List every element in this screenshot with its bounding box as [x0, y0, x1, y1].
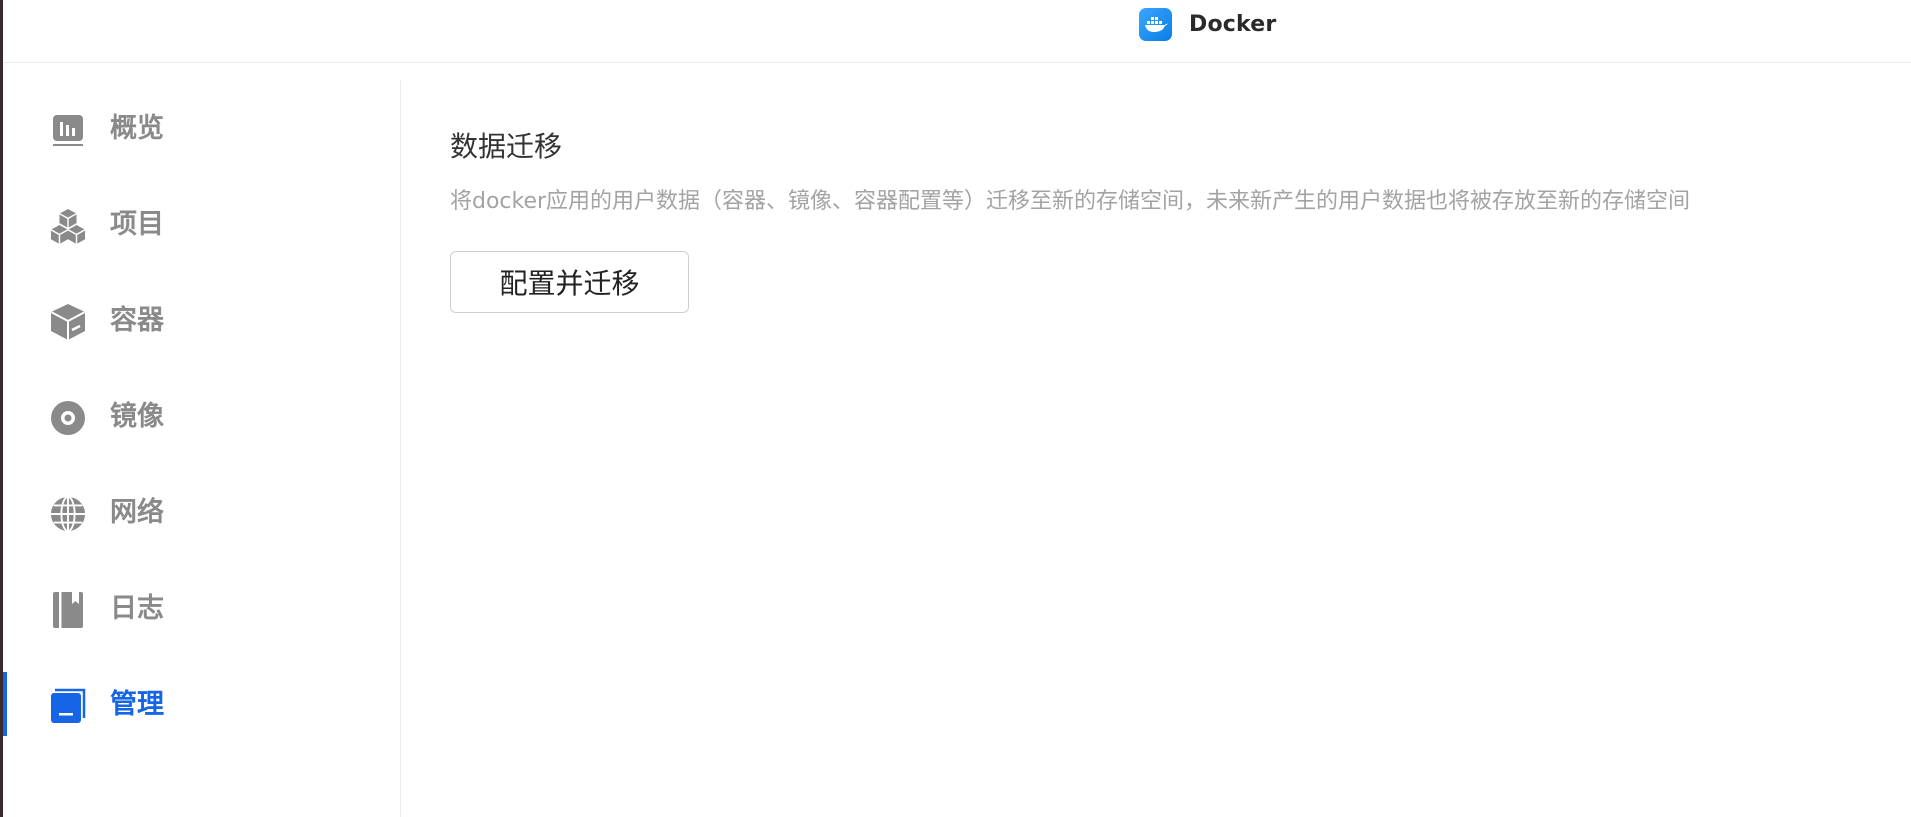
sidebar-item-label: 管理	[110, 689, 164, 720]
sidebar-item-project[interactable]: 项目	[3, 192, 400, 256]
sidebar-item-manage[interactable]: 管理	[3, 672, 400, 736]
sidebar-item-label: 项目	[110, 209, 164, 240]
configure-migrate-button[interactable]: 配置并迁移	[450, 251, 689, 313]
book-log-icon	[50, 592, 86, 628]
docker-whale-icon	[1139, 7, 1172, 41]
active-indicator	[3, 672, 7, 736]
section-title: 数据迁移	[450, 130, 563, 163]
cubes-project-icon	[50, 208, 86, 244]
sidebar-item-label: 容器	[110, 305, 164, 336]
sidebar-item-log[interactable]: 日志	[3, 576, 400, 640]
app-window: Docker 概览 项目 容器 镜像 网络 日志 管理 数据迁移 将docker…	[0, 0, 1911, 817]
container-box-icon	[50, 304, 86, 340]
sidebar-item-container[interactable]: 容器	[3, 288, 400, 352]
sidebar-item-overview[interactable]: 概览	[3, 96, 400, 160]
app-name: Docker	[1189, 11, 1277, 37]
sidebar-item-label: 镜像	[110, 401, 164, 432]
chart-overview-icon	[50, 112, 86, 148]
section-description: 将docker应用的用户数据（容器、镜像、容器配置等）迁移至新的存储空间，未来新…	[450, 189, 1691, 214]
sidebar-divider	[400, 80, 401, 817]
main-content: 数据迁移 将docker应用的用户数据（容器、镜像、容器配置等）迁移至新的存储空…	[450, 63, 1911, 817]
sidebar: 概览 项目 容器 镜像 网络 日志 管理	[3, 63, 400, 817]
sidebar-item-label: 概览	[110, 113, 164, 144]
title-bar: Docker	[3, 0, 1911, 63]
sidebar-item-image[interactable]: 镜像	[3, 384, 400, 448]
sidebar-item-label: 网络	[110, 497, 164, 528]
manage-window-icon	[50, 688, 86, 724]
sidebar-item-label: 日志	[110, 593, 164, 624]
disc-image-icon	[50, 400, 86, 436]
sidebar-item-network[interactable]: 网络	[3, 480, 400, 544]
globe-network-icon	[50, 496, 86, 532]
app-title-group: Docker	[1139, 7, 1277, 41]
